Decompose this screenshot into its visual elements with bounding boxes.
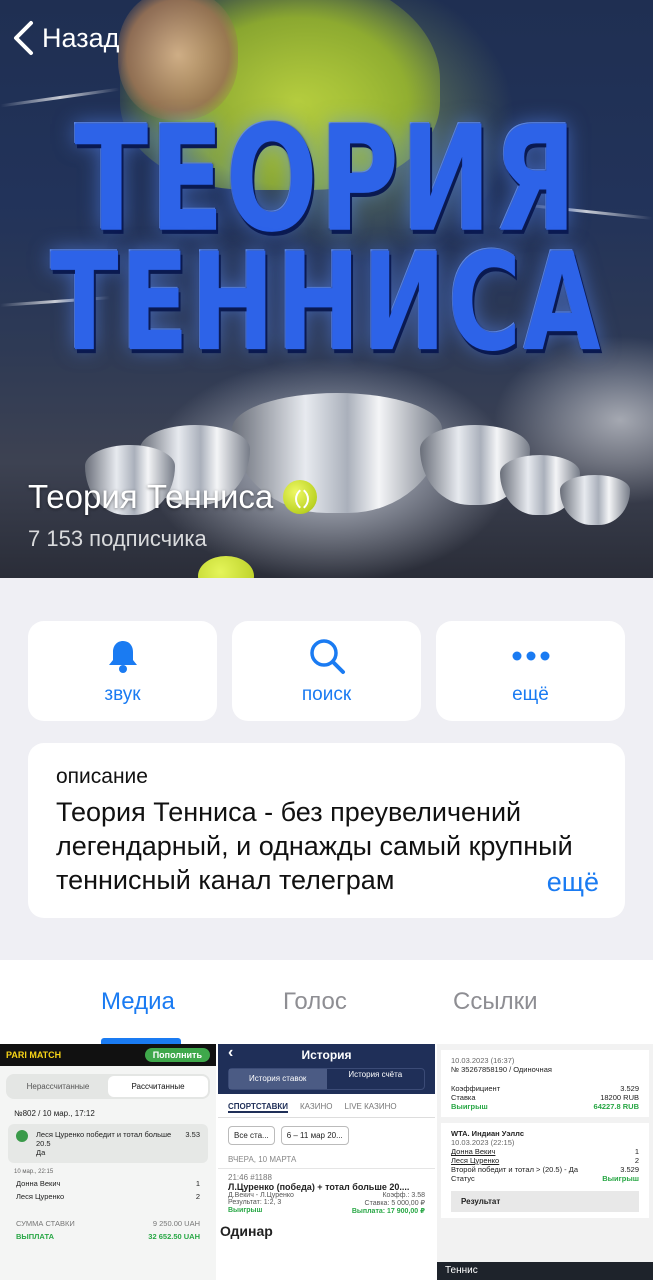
- bet-text: Леся Цуренко победит и тотал больше 20.5: [36, 1130, 172, 1148]
- player-1-score: 1: [634, 1147, 639, 1156]
- more-button[interactable]: ещё: [436, 621, 625, 721]
- tennis-ball-icon: [283, 480, 318, 514]
- sound-button[interactable]: звук: [28, 621, 217, 721]
- status-value: Выигрыш: [602, 1174, 639, 1183]
- more-icon: [512, 651, 549, 661]
- market: Второй победит и тотал > (20.5) - Да: [451, 1165, 579, 1174]
- coupon-id: № 35267858190 / Одиночная: [451, 1065, 552, 1074]
- tab-links[interactable]: Ссылки: [453, 988, 538, 1016]
- bet-title: Л.Цуренко (победа) + тотал больше 20....: [228, 1182, 410, 1192]
- back-label: Назад: [42, 22, 120, 53]
- event-card: WTA. Индиан Уэллс 10.03.2023 (22:15) Дон…: [441, 1123, 649, 1218]
- player-1-score: 1: [195, 1179, 200, 1188]
- bet-stake: Ставка: 5 000,00 ₽: [364, 1200, 425, 1207]
- seg-left: Нерассчитанные: [26, 1082, 90, 1091]
- tab-voice[interactable]: Голос: [283, 988, 347, 1016]
- description-label: описание: [56, 765, 148, 788]
- bet-item: 21:46 #1188 Л.Цуренко (победа) + тотал б…: [218, 1168, 435, 1219]
- description-card: описание Теория Тенниса - без преувеличе…: [28, 743, 625, 918]
- bell-icon: [108, 641, 137, 673]
- bottom-bar: Теннис: [437, 1262, 653, 1280]
- switch-left: История ставок: [229, 1069, 327, 1089]
- more-label: ещё: [512, 684, 549, 705]
- result-row: Результат: [451, 1191, 639, 1212]
- player-2-score: 2: [634, 1156, 639, 1165]
- filter-date: 6 – 11 мар 20...: [280, 1126, 349, 1145]
- brand-logo: PARI MATCH: [6, 1050, 62, 1060]
- description-more-link[interactable]: ещё: [516, 867, 599, 898]
- channel-title: Теория Тенниса: [28, 478, 274, 515]
- market-odds: 3.529: [620, 1165, 639, 1174]
- bet-row: Леся Цуренко победит и тотал больше 20.5…: [8, 1124, 208, 1163]
- bet-status: Выигрыш: [228, 1207, 263, 1214]
- topup-badge: Пополнить: [144, 1048, 210, 1062]
- channel-header-image: ТЕОРИЯ ТЕННИСА Назад Теория Тенниса 7 15…: [0, 0, 653, 578]
- player-2-score: 2: [195, 1192, 200, 1201]
- bet-payout: Выплата: 17 900,00 ₽: [351, 1208, 425, 1215]
- bet-type: Одинар: [220, 1223, 273, 1239]
- subscriber-count: 7 153 подписчика: [28, 526, 207, 551]
- media-thumbnail[interactable]: ‹ История История ставок История счёта С…: [218, 1044, 435, 1280]
- tab-casino: КАЗИНО: [300, 1102, 333, 1111]
- player-1: Донна Векич: [16, 1179, 61, 1188]
- check-icon: [16, 1130, 28, 1142]
- stake-value: 9 250.00 UAH: [152, 1219, 200, 1228]
- event-ts: 10.03.2023 (22:15): [451, 1138, 515, 1147]
- back-button[interactable]: Назад: [12, 20, 119, 56]
- chevron-left-icon: [14, 21, 33, 55]
- media-tabs: Медиа Голос Ссылки: [0, 960, 653, 1044]
- player-2: Леся Цуренко: [451, 1156, 500, 1165]
- league: WTA. Индиан Уэллс: [451, 1129, 524, 1138]
- media-grid: PARI MATCH Пополнить Нерассчитанные Расс…: [0, 1044, 653, 1280]
- search-button[interactable]: поиск: [232, 621, 421, 721]
- tab-media[interactable]: Медиа: [101, 988, 175, 1016]
- bet-time: 21:46 #1188: [228, 1173, 272, 1182]
- channel-title-row: Теория Тенниса: [28, 478, 318, 516]
- filter-type: Все ста...: [228, 1126, 275, 1145]
- coef-label: Коэффициент: [451, 1084, 501, 1093]
- bet-coef: Коэфф.: 3.58: [382, 1192, 425, 1199]
- coupon-card: 10.03.2023 (16:37) № 35267858190 / Одино…: [441, 1050, 649, 1117]
- sound-label: звук: [104, 684, 141, 705]
- stake-label: СУММА СТАВКИ: [16, 1219, 75, 1228]
- player-2: Леся Цуренко: [16, 1192, 65, 1201]
- payout-value: 32 652.50 UAH: [148, 1232, 200, 1241]
- bet-id: №802 / 10 мар., 17:12: [14, 1109, 95, 1118]
- media-thumbnail[interactable]: PARI MATCH Пополнить Нерассчитанные Расс…: [0, 1044, 216, 1280]
- match-time: 10 мар., 22:15: [14, 1169, 54, 1175]
- action-buttons: звук поиск ещё: [28, 621, 625, 721]
- bet-result: Результат: 1:2, 3: [228, 1199, 282, 1206]
- date-header: ВЧЕРА, 10 МАРТА: [228, 1155, 297, 1164]
- tab-live-casino: LIVE КАЗИНО: [344, 1102, 397, 1111]
- bet-odds: 3.53: [185, 1130, 200, 1139]
- win-label: Выигрыш: [451, 1102, 488, 1111]
- coupon-ts: 10.03.2023 (16:37): [451, 1056, 515, 1065]
- stake-label: Ставка: [451, 1093, 476, 1102]
- tab-sport: СПОРТСТАВКИ: [228, 1102, 289, 1113]
- coef-value: 3.529: [620, 1084, 639, 1093]
- switch-right: История счёта: [348, 1070, 403, 1079]
- bottom-bar-label: Теннис: [445, 1265, 478, 1276]
- bet-answer: Да: [36, 1148, 46, 1157]
- search-icon: [309, 639, 345, 674]
- search-label: поиск: [301, 684, 352, 705]
- media-thumbnail[interactable]: 10.03.2023 (16:37) № 35267858190 / Одино…: [437, 1044, 653, 1280]
- status-label: Статус: [451, 1174, 475, 1183]
- screen-title: История: [301, 1048, 352, 1062]
- payout-label: ВЫПЛАТА: [16, 1232, 54, 1241]
- win-value: 64227.8 RUB: [593, 1102, 639, 1111]
- bet-match: Д.Векич - Л.Цуренко: [228, 1192, 294, 1199]
- logo-line-2: ТЕННИСА: [50, 223, 603, 382]
- stake-value: 18200 RUB: [600, 1093, 639, 1102]
- player-1: Донна Векич: [451, 1147, 496, 1156]
- description-text: Теория Тенниса - без преувеличений леген…: [56, 797, 573, 895]
- seg-right: Рассчитанные: [108, 1076, 208, 1097]
